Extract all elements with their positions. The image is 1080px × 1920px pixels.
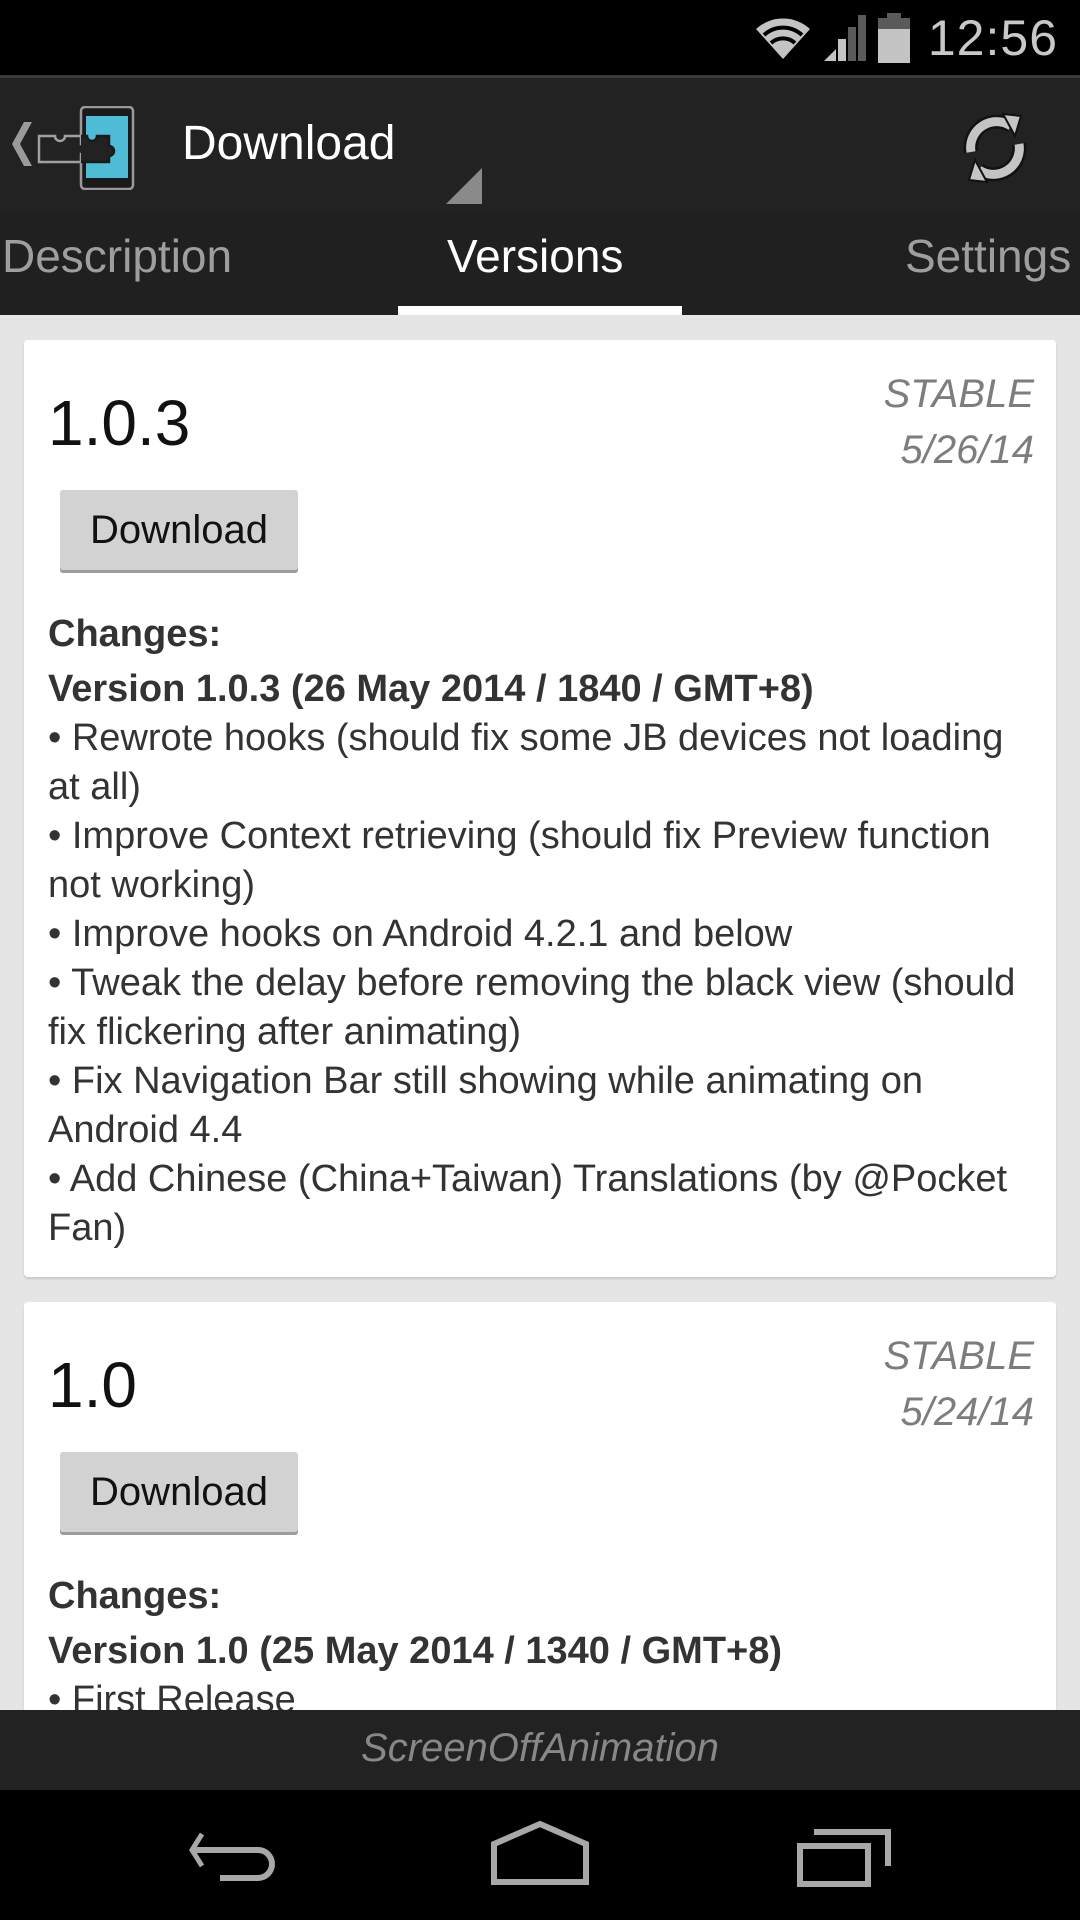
changes-header: Changes:: [48, 1575, 222, 1617]
clock: 12:56: [927, 10, 1058, 66]
module-name-bar: ScreenOffAnimation: [0, 1710, 1080, 1790]
change-item: • First Release: [48, 1679, 296, 1710]
battery-icon: [877, 13, 910, 63]
change-item: • Add Chinese (China+Taiwan) Translation…: [48, 1158, 1008, 1249]
tab-settings[interactable]: Settings: [905, 229, 1071, 283]
version-meta: STABLE 5/26/14: [884, 366, 1034, 478]
back-icon[interactable]: [180, 1820, 300, 1900]
version-meta: STABLE 5/24/14: [884, 1328, 1034, 1440]
version-card: 1.0 STABLE 5/24/14 Download Changes: Ver…: [24, 1302, 1056, 1710]
navigation-bar: [0, 1790, 1080, 1920]
version-name: 1.0.3: [48, 387, 191, 459]
recents-icon[interactable]: [780, 1820, 900, 1900]
change-item: • Tweak the delay before removing the bl…: [48, 962, 1016, 1053]
changes-header: Changes:: [48, 613, 222, 655]
release-date: 5/24/14: [900, 1390, 1034, 1434]
status-icons: 12:56: [754, 8, 1058, 68]
tab-description[interactable]: Description: [2, 229, 232, 283]
versions-list[interactable]: 1.0.3 STABLE 5/26/14 Download Changes: V…: [0, 315, 1080, 1710]
module-name: ScreenOffAnimation: [361, 1726, 719, 1770]
changelog: Changes: Version 1.0 (25 May 2014 / 1340…: [48, 1572, 1034, 1710]
changes-title: Version 1.0.3 (26 May 2014 / 1840 / GMT+…: [48, 668, 814, 710]
change-item: • Improve hooks on Android 4.2.1 and bel…: [48, 913, 793, 955]
download-button[interactable]: Download: [60, 1452, 298, 1532]
active-tab-indicator: [398, 306, 682, 315]
download-button[interactable]: Download: [60, 490, 298, 570]
cell-signal-icon: [823, 15, 866, 61]
tab-strip: Description Versions Settings: [0, 213, 1080, 315]
release-channel: STABLE: [883, 372, 1034, 416]
version-card: 1.0.3 STABLE 5/26/14 Download Changes: V…: [24, 340, 1056, 1277]
changes-title: Version 1.0 (25 May 2014 / 1340 / GMT+8): [48, 1630, 783, 1672]
change-item: • Fix Navigation Bar still showing while…: [48, 1060, 924, 1151]
tab-versions[interactable]: Versions: [447, 229, 623, 283]
page-title: Download: [182, 117, 396, 170]
refresh-icon[interactable]: [955, 108, 1035, 188]
release-date: 5/26/14: [900, 428, 1034, 472]
home-icon[interactable]: [480, 1820, 600, 1900]
action-bar: Download: [0, 75, 1080, 213]
up-navigation-icon: [12, 122, 32, 166]
wifi-icon: [755, 18, 810, 59]
change-item: • Rewrote hooks (should fix some JB devi…: [48, 717, 1004, 808]
release-channel: STABLE: [883, 1334, 1034, 1378]
status-bar: 12:56: [0, 0, 1080, 75]
xposed-app-icon: [37, 106, 135, 190]
spinner-dropdown-icon: [446, 168, 482, 204]
changelog: Changes: Version 1.0.3 (26 May 2014 / 18…: [48, 610, 1034, 1253]
version-name: 1.0: [48, 1349, 137, 1421]
change-item: • Improve Context retrieving (should fix…: [48, 815, 991, 906]
